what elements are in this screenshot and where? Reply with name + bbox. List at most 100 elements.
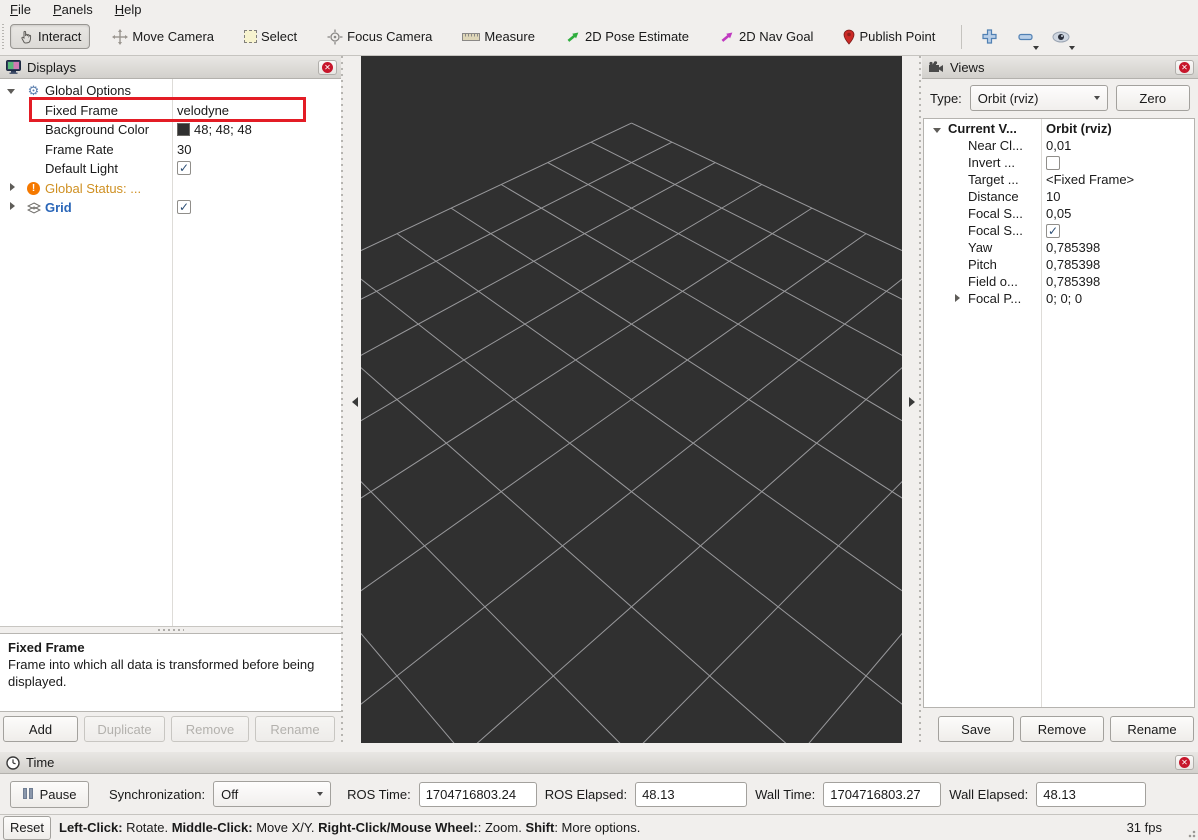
ros-time-input[interactable] <box>419 782 537 807</box>
select-tool-button[interactable]: Select <box>236 25 305 48</box>
row-value[interactable]: 0,785398 <box>1046 240 1100 255</box>
fixed-frame-value[interactable]: velodyne <box>177 103 229 118</box>
interact-tool-button[interactable]: Interact <box>10 24 90 49</box>
view-type-value: Orbit (rviz) <box>978 91 1039 106</box>
measure-tool-button[interactable]: Measure <box>454 25 543 48</box>
tool-properties-button[interactable] <box>1046 23 1076 51</box>
remove-tool-dropdown-arrow-icon[interactable] <box>1033 46 1039 50</box>
displays-buttons: Add Duplicate Remove Rename <box>3 716 338 742</box>
synchronization-combo[interactable]: Off <box>213 781 331 807</box>
publish-point-tool-label: Publish Point <box>859 29 935 44</box>
menu-file[interactable]: File <box>8 0 41 18</box>
collapse-left-arrow-icon[interactable] <box>347 397 358 407</box>
tree-row-frame-rate[interactable]: Frame Rate 30 <box>0 140 341 160</box>
row-label: Focal P... <box>968 291 1040 306</box>
tree-row-fixed-frame[interactable]: Fixed Frame velodyne <box>0 101 341 121</box>
expander-down-icon[interactable] <box>7 89 15 98</box>
time-panel-title: Time <box>26 755 1175 770</box>
wall-elapsed-input[interactable] <box>1036 782 1146 807</box>
row-value[interactable]: 0,01 <box>1046 138 1071 153</box>
pause-button[interactable]: Pause <box>10 781 89 808</box>
focus-camera-tool-button[interactable]: Focus Camera <box>319 25 440 49</box>
left-splitter[interactable] <box>341 56 361 746</box>
move-camera-tool-button[interactable]: Move Camera <box>104 25 222 49</box>
row-value[interactable]: 0,05 <box>1046 206 1071 221</box>
wall-time-input[interactable] <box>823 782 941 807</box>
row-value[interactable]: 0,785398 <box>1046 257 1100 272</box>
tree-row-global-options[interactable]: ⚙ Global Options <box>0 81 341 101</box>
hand-icon <box>19 29 34 44</box>
rename-button[interactable]: Rename <box>255 716 335 742</box>
left-splitter-handle[interactable] <box>341 56 344 746</box>
frame-rate-value[interactable]: 30 <box>177 142 191 157</box>
rviz-window: File Panels Help Interact Move Camera Se… <box>0 0 1198 840</box>
publish-point-tool-button[interactable]: Publish Point <box>835 25 943 49</box>
crosshair-icon <box>327 29 343 45</box>
type-label: Type: <box>930 91 962 106</box>
views-close-button[interactable]: ✕ <box>1175 60 1194 75</box>
zero-button[interactable]: Zero <box>1116 85 1190 111</box>
tree-row-target-frame[interactable]: Target ... <Fixed Frame> <box>924 172 1194 189</box>
tree-row-yaw[interactable]: Yaw 0,785398 <box>924 240 1194 257</box>
focal-shape-checkbox[interactable]: ✓ <box>1046 224 1060 238</box>
tree-row-focal-point[interactable]: Focal P... 0; 0; 0 <box>924 291 1194 308</box>
tree-row-global-status[interactable]: ! Global Status: ... <box>0 179 341 199</box>
pause-label: Pause <box>40 787 77 802</box>
background-color-value[interactable]: 48; 48; 48 <box>177 122 252 137</box>
row-value[interactable]: 0,785398 <box>1046 274 1100 289</box>
row-label: Focal S... <box>968 223 1040 238</box>
grid-checkbox[interactable]: ✓ <box>177 200 191 214</box>
views-remove-button[interactable]: Remove <box>1020 716 1104 742</box>
row-label: Global Status: ... <box>45 181 169 196</box>
view-type-combo[interactable]: Orbit (rviz) <box>970 85 1108 111</box>
row-label: Pitch <box>968 257 1040 272</box>
expander-down-icon[interactable] <box>933 128 941 137</box>
right-splitter[interactable] <box>902 56 922 746</box>
displays-close-button[interactable]: ✕ <box>318 60 337 75</box>
save-button[interactable]: Save <box>938 716 1014 742</box>
tree-row-focal-shape-size[interactable]: Focal S... 0,05 <box>924 206 1194 223</box>
ros-elapsed-input[interactable] <box>635 782 747 807</box>
tree-row-near-clip[interactable]: Near Cl... 0,01 <box>924 138 1194 155</box>
row-label: Frame Rate <box>45 142 169 157</box>
expander-right-icon[interactable] <box>10 183 19 191</box>
default-light-checkbox[interactable]: ✓ <box>177 161 191 175</box>
menu-panels[interactable]: Panels <box>43 0 103 18</box>
status-bar: Reset Left-Click: Rotate. Middle-Click: … <box>0 814 1198 840</box>
row-value[interactable]: 0; 0; 0 <box>1046 291 1082 306</box>
tree-row-pitch[interactable]: Pitch 0,785398 <box>924 257 1194 274</box>
expander-right-icon[interactable] <box>10 202 19 210</box>
tool-properties-dropdown-arrow-icon[interactable] <box>1069 46 1075 50</box>
invert-z-checkbox[interactable] <box>1046 156 1060 170</box>
row-value[interactable]: 10 <box>1046 189 1060 204</box>
reset-button[interactable]: Reset <box>3 816 51 840</box>
views-panel-title: Views <box>950 60 1175 75</box>
tree-row-grid[interactable]: Grid ✓ <box>0 198 341 218</box>
add-button[interactable]: Add <box>3 716 78 742</box>
3d-viewport[interactable] <box>361 56 902 743</box>
time-close-button[interactable]: ✕ <box>1175 755 1194 770</box>
tree-row-distance[interactable]: Distance 10 <box>924 189 1194 206</box>
duplicate-button[interactable]: Duplicate <box>84 716 165 742</box>
remove-tool-button[interactable] <box>1010 23 1040 51</box>
views-buttons: Save Remove Rename <box>938 716 1194 742</box>
pose-estimate-tool-button[interactable]: 2D Pose Estimate <box>557 25 697 49</box>
green-arrow-icon <box>565 29 581 45</box>
toolbar-drag-handle[interactable] <box>2 24 6 50</box>
tree-row-default-light[interactable]: Default Light ✓ <box>0 159 341 179</box>
views-rename-button[interactable]: Rename <box>1110 716 1194 742</box>
remove-button[interactable]: Remove <box>171 716 249 742</box>
tree-row-field-of-view[interactable]: Field o... 0,785398 <box>924 274 1194 291</box>
tree-row-invert-z[interactable]: Invert ... <box>924 155 1194 172</box>
eye-icon <box>1052 31 1070 43</box>
tree-row-current-view[interactable]: Current V... Orbit (rviz) <box>924 121 1194 138</box>
menu-panels-label: Panels <box>53 2 93 17</box>
expander-right-icon[interactable] <box>955 294 964 302</box>
tree-row-background-color[interactable]: Background Color 48; 48; 48 <box>0 120 341 140</box>
nav-goal-tool-button[interactable]: 2D Nav Goal <box>711 25 821 49</box>
add-tool-button[interactable] <box>974 23 1004 51</box>
menu-help[interactable]: Help <box>105 0 152 18</box>
row-value[interactable]: <Fixed Frame> <box>1046 172 1134 187</box>
resize-grip[interactable] <box>1186 828 1196 838</box>
tree-row-focal-shape-fixed[interactable]: Focal S... ✓ <box>924 223 1194 240</box>
